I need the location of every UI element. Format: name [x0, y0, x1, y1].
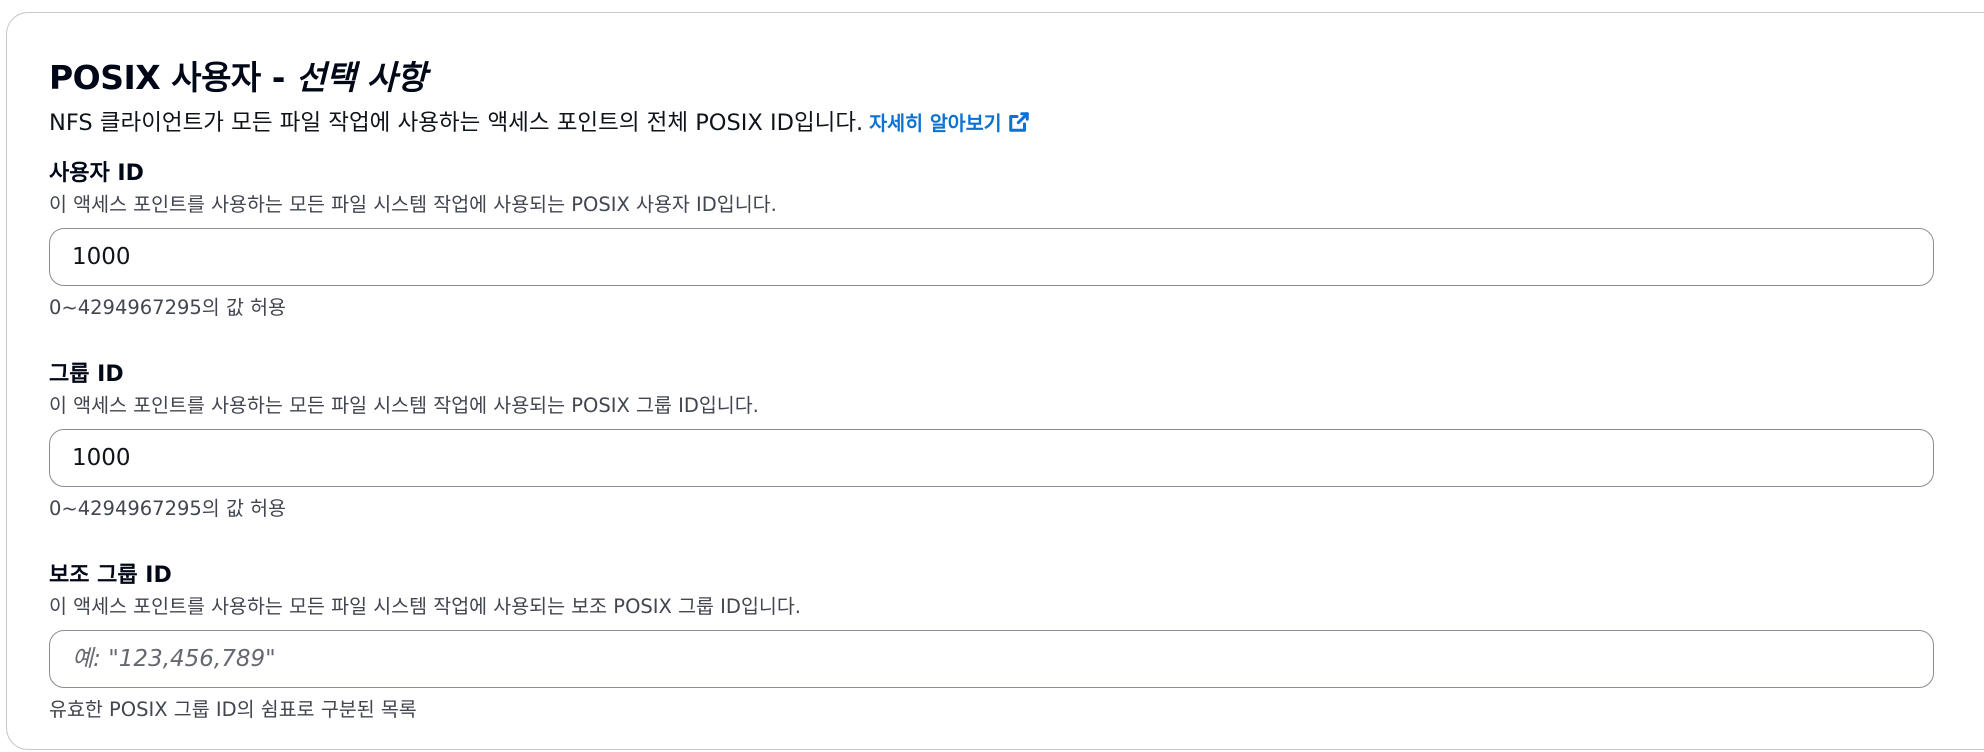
optional-label: 선택 사항 [295, 58, 427, 97]
secondary-group-ids-input-wrapper [49, 630, 1934, 688]
section-title-text: POSIX 사용자 - [49, 58, 296, 97]
group-id-constraint: 0~4294967295의 값 허용 [49, 497, 286, 520]
secondary-group-ids-input[interactable] [72, 646, 1911, 672]
user-id-description: 이 액세스 포인트를 사용하는 모든 파일 시스템 작업에 사용되는 POSIX… [49, 193, 777, 216]
section-title: POSIX 사용자 - 선택 사항 [49, 53, 1934, 103]
external-link-icon [1008, 112, 1029, 132]
section-description: NFS 클라이언트가 모든 파일 작업에 사용하는 액세스 포인트의 전체 PO… [49, 106, 1934, 141]
user-id-label: 사용자 ID [49, 161, 144, 186]
secondary-group-ids-label: 보조 그룹 ID [49, 563, 172, 588]
user-id-input-wrapper [49, 228, 1934, 286]
secondary-group-ids-field: 보조 그룹 ID 이 액세스 포인트를 사용하는 모든 파일 시스템 작업에 사… [49, 560, 1934, 725]
learn-more-link[interactable]: 자세히 알아보기 [869, 112, 1029, 135]
group-id-label: 그룹 ID [49, 362, 124, 387]
posix-user-panel: POSIX 사용자 - 선택 사항 NFS 클라이언트가 모든 파일 작업에 사… [6, 12, 1984, 750]
user-id-field: 사용자 ID 이 액세스 포인트를 사용하는 모든 파일 시스템 작업에 사용되… [49, 158, 1934, 323]
user-id-input[interactable] [72, 244, 1911, 270]
secondary-group-ids-constraint: 유효한 POSIX 그룹 ID의 쉼표로 구분된 목록 [49, 698, 417, 721]
section-description-text: NFS 클라이언트가 모든 파일 작업에 사용하는 액세스 포인트의 전체 PO… [49, 110, 864, 136]
group-id-input[interactable] [72, 445, 1911, 471]
user-id-constraint: 0~4294967295의 값 허용 [49, 296, 286, 319]
group-id-field: 그룹 ID 이 액세스 포인트를 사용하는 모든 파일 시스템 작업에 사용되는… [49, 359, 1934, 524]
secondary-group-ids-description: 이 액세스 포인트를 사용하는 모든 파일 시스템 작업에 사용되는 보조 PO… [49, 595, 801, 618]
learn-more-label: 자세히 알아보기 [869, 112, 1002, 135]
group-id-input-wrapper [49, 429, 1934, 487]
group-id-description: 이 액세스 포인트를 사용하는 모든 파일 시스템 작업에 사용되는 POSIX… [49, 394, 759, 417]
panel-content: POSIX 사용자 - 선택 사항 NFS 클라이언트가 모든 파일 작업에 사… [49, 53, 1934, 721]
